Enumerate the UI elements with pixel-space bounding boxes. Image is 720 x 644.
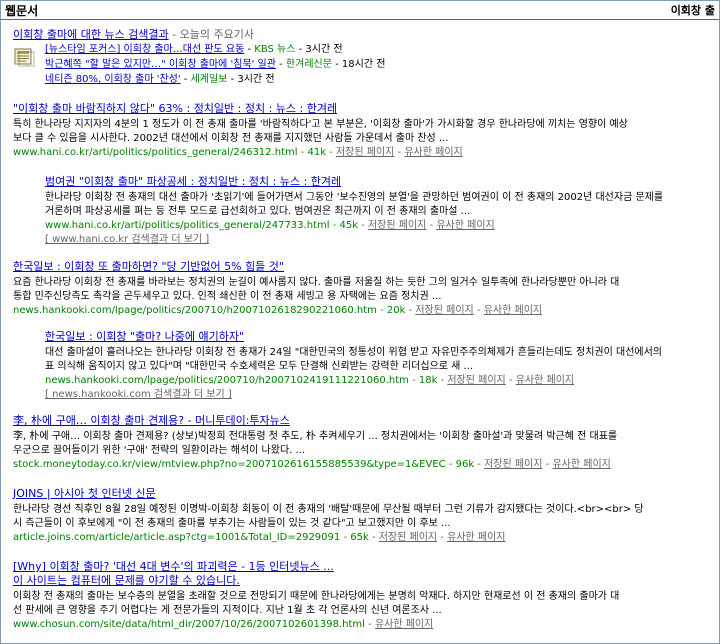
- malware-warning-link[interactable]: 이 사이트는 컴퓨터에 문제를 야기할 수 있습니다.: [13, 574, 240, 587]
- news-item: 박근혜쪽 "할 말은 있지만…" 이회창 출마에 '침묵' 일관 - 한겨레신문…: [45, 59, 386, 70]
- news-item-time: 18시간 전: [341, 59, 386, 70]
- news-item-source: 세계일보: [190, 74, 228, 85]
- cached-page-link[interactable]: 저장된 페이지: [368, 220, 426, 231]
- result-snippet: 한나라당 경선 직후인 8월 28일 예정된 이명박-이회창 회동이 이 전 총…: [13, 504, 644, 529]
- news-heading-suffix: 오늘의 주요기사: [179, 28, 254, 41]
- cached-page-link[interactable]: 저장된 페이지: [447, 375, 505, 386]
- header-query-text: 이회창 출: [670, 4, 715, 17]
- news-item-source: KBS 뉴스: [254, 44, 296, 55]
- similar-pages-link[interactable]: 유사한 페이지: [404, 147, 462, 158]
- result-snippet: 李, 朴에 구애… 이회창 출마 견제용? (상보)박정희 전대통령 첫 추도,…: [13, 431, 618, 456]
- news-item-source: 한겨레신문: [285, 59, 332, 70]
- news-list: [뉴스타임 포커스] 이회창 출마…대선 판도 요동 - KBS 뉴스 - 3시…: [45, 42, 385, 87]
- result-url: www.hani.co.kr/arti/politics/politics_ge…: [13, 147, 298, 158]
- similar-pages-link[interactable]: 유사한 페이지: [447, 532, 505, 543]
- result-title-link[interactable]: 한국일보 : 이회창 또 출마하면? "당 기반없어 5% 힘들 것": [13, 260, 284, 273]
- cached-page-link[interactable]: 저장된 페이지: [379, 532, 437, 543]
- result-title-link[interactable]: JOINS | 아시아 첫 인터넷 신문: [13, 487, 156, 500]
- result-title-link[interactable]: [Why] 이회창 출마? '대선 4대 변수'의 파괴력은 - 1등 인터넷뉴…: [13, 560, 334, 573]
- search-result: 한국일보 : 이회창 또 출마하면? "당 기반없어 5% 힘들 것" 요즘 한…: [13, 260, 713, 318]
- news-item-time: 3시간 전: [305, 44, 343, 55]
- search-result: "이회창 출마 바람직하지 않다" 63% : 정치일반 : 정치 : 뉴스 :…: [13, 102, 713, 160]
- search-results-pane: 이회창 출마에 대한 뉴스 검색결과 - 오늘의 주요기사 [뉴스타임 포커스]…: [0, 20, 720, 644]
- result-url: stock.moneytoday.co.kr/view/mtview.php?n…: [13, 459, 446, 470]
- news-item-time: 3시간 전: [237, 74, 275, 85]
- result-url: www.chosun.com/site/data/html_dir/2007/1…: [13, 619, 365, 630]
- result-title-link[interactable]: 李, 朴에 구애… 이회창 출마 견제용? - 머니투데이:투자뉴스: [13, 414, 290, 427]
- search-result: 범여권 "이회창 출마" 파상공세 : 정치일반 : 정치 : 뉴스 : 한겨레…: [45, 175, 713, 247]
- result-url: news.hankooki.com/lpage/politics/200710/…: [45, 375, 409, 386]
- result-size: 65k: [350, 532, 369, 543]
- result-size: 20k: [386, 305, 406, 316]
- news-item-title[interactable]: [뉴스타임 포커스] 이회창 출마…대선 판도 요동: [45, 44, 244, 55]
- search-result: 李, 朴에 구애… 이회창 출마 견제용? - 머니투데이:투자뉴스 李, 朴에…: [13, 414, 713, 472]
- result-snippet: 특히 한나라당 지지자의 4분의 1 정도가 이 전 총재 출마를 '바람직하다…: [13, 119, 628, 144]
- tab-web-documents[interactable]: 웹문서: [5, 2, 38, 19]
- result-size: 45k: [339, 220, 358, 231]
- result-url: article.joins.com/article/article.asp?ct…: [13, 532, 341, 543]
- newspaper-icon: [14, 48, 35, 67]
- search-result: [Why] 이회창 출마? '대선 4대 변수'의 파괴력은 - 1등 인터넷뉴…: [13, 560, 713, 632]
- news-item: 네티즌 80%, 이회창 출마 '찬성' - 세계일보 - 3시간 전: [45, 74, 275, 85]
- news-section-heading: 이회창 출마에 대한 뉴스 검색결과 - 오늘의 주요기사: [13, 28, 254, 41]
- similar-pages-link[interactable]: 유사한 페이지: [436, 220, 494, 231]
- result-snippet: 대선 출마설이 흘러나오는 한나라당 이회창 전 총재가 24일 "대한민국의 …: [45, 347, 663, 372]
- more-results-from-site-link[interactable]: [ news.hankooki.com 검색결과 더 보기 ]: [45, 389, 232, 400]
- result-title-link[interactable]: 한국일보 : 이회창 "출마? 나중에 얘기하자": [45, 330, 244, 343]
- result-url: news.hankooki.com/lpage/politics/200710/…: [13, 305, 377, 316]
- similar-pages-link[interactable]: 유사한 페이지: [484, 305, 542, 316]
- search-result: 한국일보 : 이회창 "출마? 나중에 얘기하자" 대선 출마설이 흘러나오는 …: [45, 330, 713, 402]
- result-snippet: 요즘 한나라당 이회창 전 총재를 바라보는 정치권의 눈길이 예사롭지 않다.…: [13, 277, 620, 302]
- result-size: 41k: [307, 147, 326, 158]
- search-result: JOINS | 아시아 첫 인터넷 신문 한나라당 경선 직후인 8월 28일 …: [13, 487, 713, 545]
- result-title-link[interactable]: 범여권 "이회창 출마" 파상공세 : 정치일반 : 정치 : 뉴스 : 한겨레: [45, 175, 341, 188]
- result-title-link[interactable]: "이회창 출마 바람직하지 않다" 63% : 정치일반 : 정치 : 뉴스 :…: [13, 102, 337, 115]
- more-results-from-site-link[interactable]: [ www.hani.co.kr 검색결과 더 보기 ]: [45, 234, 209, 245]
- news-item-title[interactable]: 네티즌 80%, 이회창 출마 '찬성': [45, 74, 181, 85]
- result-url: www.hani.co.kr/arti/politics/politics_ge…: [45, 220, 330, 231]
- result-size: 96k: [455, 459, 475, 470]
- result-snippet: 이회창 전 총재의 출마는 보수층의 분열을 초래할 것으로 전망되기 때문에 …: [13, 591, 620, 616]
- cached-page-link[interactable]: 저장된 페이지: [336, 147, 394, 158]
- result-snippet: 한나라당 이회창 전 총재의 대선 출마가 '초읽기'에 들어가면서 그동안 '…: [45, 192, 664, 217]
- similar-pages-link[interactable]: 유사한 페이지: [375, 619, 433, 630]
- result-size: 18k: [418, 375, 438, 386]
- news-item: [뉴스타임 포커스] 이회창 출마…대선 판도 요동 - KBS 뉴스 - 3시…: [45, 44, 343, 55]
- similar-pages-link[interactable]: 유사한 페이지: [552, 459, 610, 470]
- cached-page-link[interactable]: 저장된 페이지: [484, 459, 542, 470]
- news-item-title[interactable]: 박근혜쪽 "할 말은 있지만…" 이회창 출마에 '침묵' 일관: [45, 59, 276, 70]
- web-documents-tab-bar: 웹문서 이회창 출: [0, 0, 720, 20]
- cached-page-link[interactable]: 저장된 페이지: [415, 305, 473, 316]
- similar-pages-link[interactable]: 유사한 페이지: [516, 375, 574, 386]
- news-results-link[interactable]: 이회창 출마에 대한 뉴스 검색결과: [13, 28, 169, 41]
